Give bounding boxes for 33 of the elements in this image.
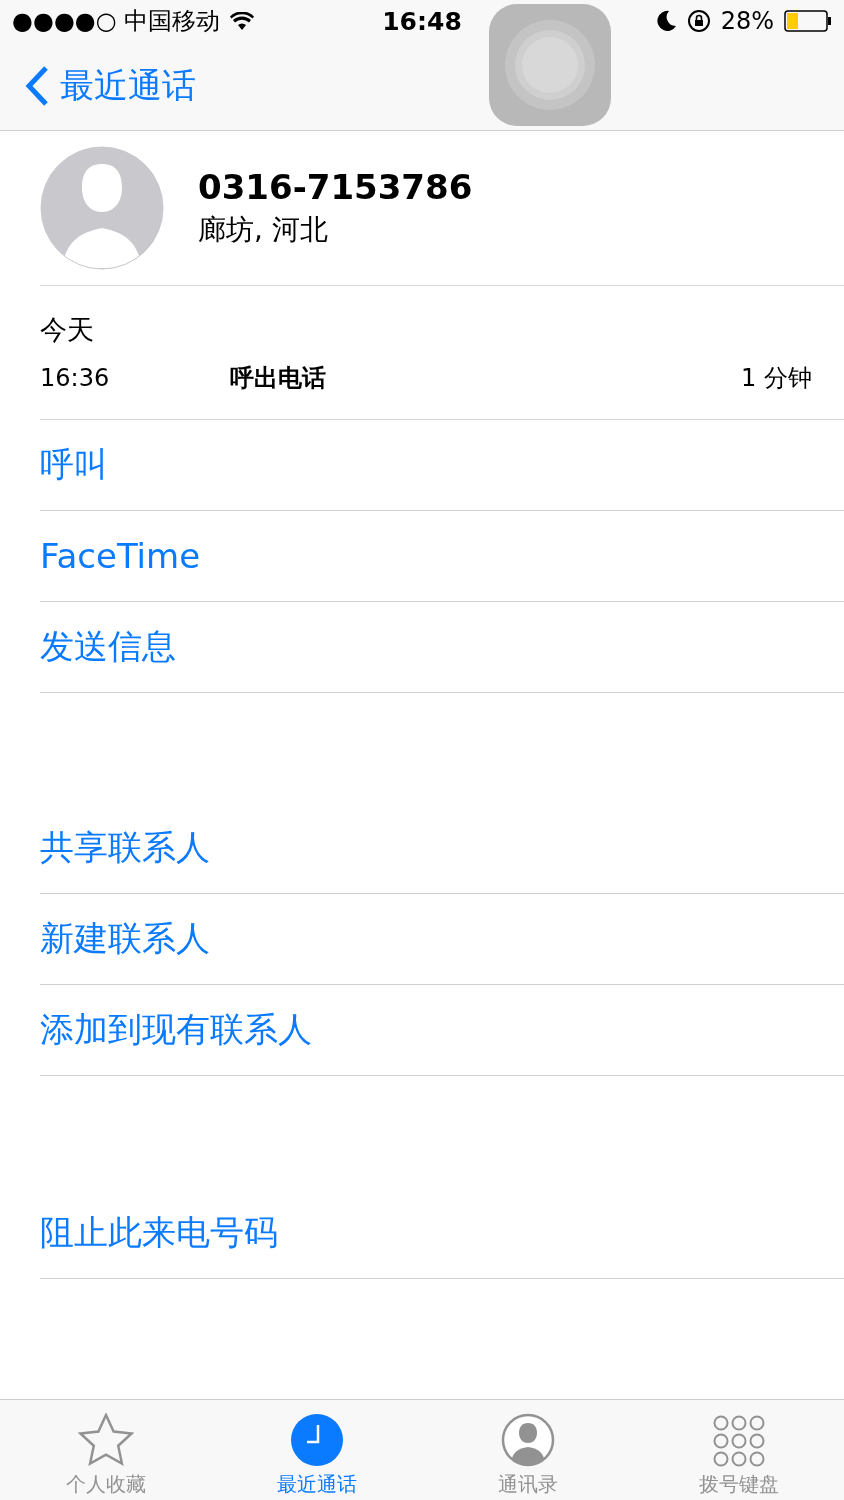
keypad-icon — [712, 1415, 765, 1467]
call-type: 呼出电话 — [230, 362, 327, 394]
star-icon — [77, 1413, 134, 1467]
action-link[interactable]: 新建联系人 — [40, 894, 844, 985]
moon-icon — [654, 10, 677, 32]
avatar-icon — [40, 146, 164, 270]
action-link[interactable]: 阻止此来电号码 — [40, 1188, 844, 1279]
wifi-icon — [230, 12, 255, 30]
action-link[interactable]: 共享联系人 — [40, 803, 844, 894]
person-icon — [500, 1413, 555, 1467]
action-link[interactable]: 发送信息 — [40, 602, 844, 693]
call-duration: 1 分钟 — [741, 362, 812, 394]
carrier-name: ●●●●○ 中国移动 — [12, 6, 221, 37]
tab-item[interactable]: 个人收藏 — [0, 1400, 211, 1500]
clock-time: 16:48 — [382, 6, 462, 36]
back-label[interactable]: 最近通话 — [60, 63, 196, 109]
chevron-left-icon — [24, 65, 50, 107]
caller-location: 廊坊, 河北 — [198, 212, 329, 248]
call-time: 16:36 — [40, 363, 111, 392]
assistive-touch-button[interactable] — [489, 4, 611, 126]
battery-icon — [784, 10, 832, 32]
battery-percent: 28% — [720, 7, 774, 35]
action-link[interactable]: 呼叫 — [40, 420, 844, 511]
phone-number: 0316-7153786 — [198, 167, 473, 207]
tab-item[interactable]: 最近通话 — [211, 1400, 422, 1500]
action-link[interactable]: 添加到现有联系人 — [40, 985, 844, 1076]
tab-item[interactable]: 拨号键盘 — [633, 1400, 844, 1500]
action-link[interactable]: FaceTime — [40, 511, 844, 602]
rotation-lock-icon — [686, 9, 711, 33]
tab-item[interactable]: 通讯录 — [422, 1400, 633, 1500]
back-button[interactable]: 最近通话 — [24, 63, 196, 109]
clock-icon — [289, 1413, 344, 1467]
call-date: 今天 — [40, 312, 95, 347]
